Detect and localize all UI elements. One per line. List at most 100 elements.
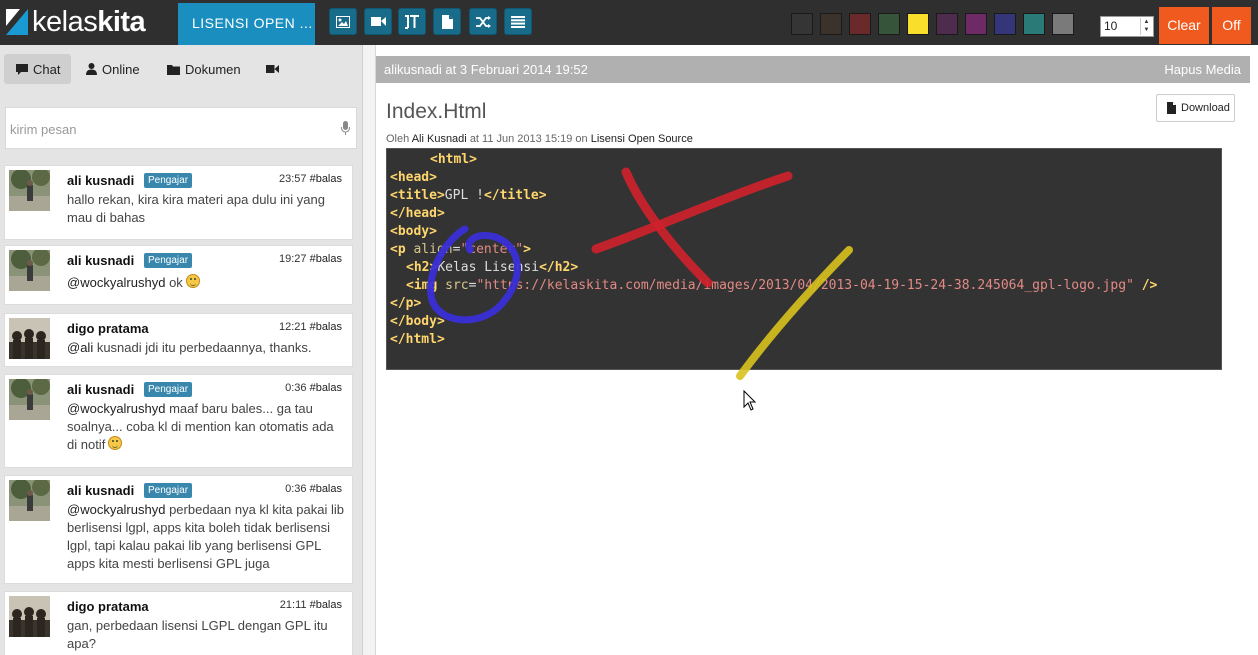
reply-link[interactable]: #balas xyxy=(310,173,342,185)
avatar[interactable] xyxy=(9,170,50,211)
media-header: alikusnadi at 3 Februari 2014 19:52 Hapu… xyxy=(376,56,1250,83)
avatar[interactable] xyxy=(9,596,50,637)
folder-icon xyxy=(167,64,180,75)
panel-splitter[interactable] xyxy=(362,45,376,655)
message-meta: 0:36 #balas xyxy=(285,382,342,394)
tab-dokumen-label: Dokumen xyxy=(185,61,241,77)
file-tool-button[interactable] xyxy=(433,8,461,35)
text-height-icon xyxy=(405,14,419,29)
code-line: <head> xyxy=(390,170,437,185)
text-tool-button[interactable] xyxy=(398,8,426,35)
chat-message: ali kusnadi Pengajar 0:36 #balas @wockya… xyxy=(4,374,353,468)
message-author[interactable]: ali kusnadi xyxy=(67,173,134,188)
image-icon xyxy=(336,15,350,28)
tab-chat-label: Chat xyxy=(33,61,61,77)
message-text: gan, perbedaan lisensi LGPL dengan GPL i… xyxy=(67,617,347,653)
microphone-icon[interactable] xyxy=(341,121,350,135)
message-body: hallo rekan, kira kira materi apa dulu i… xyxy=(67,192,325,225)
code-line: <h2>Kelas Lisensi</h2> xyxy=(406,260,579,275)
off-button[interactable]: Off xyxy=(1212,7,1251,44)
brush-size-stepper[interactable]: 10 ▲ ▼ xyxy=(1100,16,1154,37)
color-swatch[interactable] xyxy=(878,13,900,35)
delete-media-link[interactable]: Hapus Media xyxy=(1164,56,1241,83)
shuffle-tool-button[interactable] xyxy=(469,8,497,35)
message-author[interactable]: digo pratama xyxy=(67,599,149,614)
smiley-icon xyxy=(108,436,123,450)
chat-message: ali kusnadi Pengajar 0:36 #balas @wockya… xyxy=(4,475,353,584)
color-swatch[interactable] xyxy=(907,13,929,35)
message-placeholder: kirim pesan xyxy=(10,122,77,137)
color-swatch[interactable] xyxy=(849,13,871,35)
channel-title-tab[interactable]: LISENSI OPEN ... xyxy=(178,3,315,45)
color-swatch[interactable] xyxy=(1052,13,1074,35)
mention-link[interactable]: @ali xyxy=(67,340,93,355)
chat-message: digo pratama 21:11 #balas gan, perbedaan… xyxy=(4,591,353,655)
message-time: 0:36 xyxy=(285,382,307,394)
color-swatch[interactable] xyxy=(994,13,1016,35)
message-text: @ali kusnadi jdi itu perbedaannya, thank… xyxy=(67,339,347,357)
code-line: </body> xyxy=(390,314,445,329)
reply-link[interactable]: #balas xyxy=(310,483,342,495)
avatar[interactable] xyxy=(9,250,50,291)
message-meta: 12:21 #balas xyxy=(279,321,342,333)
media-author-date: alikusnadi at 3 Februari 2014 19:52 xyxy=(384,62,588,77)
tab-dokumen[interactable]: Dokumen xyxy=(167,54,241,84)
smiley-icon xyxy=(185,274,200,288)
role-badge: Pengajar xyxy=(144,253,193,268)
brush-size-value: 10 xyxy=(1104,19,1118,33)
tab-chat[interactable]: Chat xyxy=(4,54,71,84)
color-swatch[interactable] xyxy=(965,13,987,35)
color-swatch[interactable] xyxy=(820,13,842,35)
document-meta: Oleh Ali Kusnadi at 11 Jun 2013 15:19 on… xyxy=(386,133,693,145)
meta-prefix: Oleh xyxy=(386,133,410,145)
code-viewer: <html> <head> <title>GPL !</title> </hea… xyxy=(386,148,1222,370)
document-title: Index.Html xyxy=(386,100,487,123)
logo-mark-icon xyxy=(6,9,28,35)
shuffle-icon xyxy=(475,15,491,28)
mouse-cursor-icon xyxy=(743,389,757,411)
message-body: ok xyxy=(165,275,183,290)
message-time: 0:36 xyxy=(285,483,307,495)
list-icon xyxy=(511,15,525,28)
top-bar: kelaskita LISENSI OPEN ... 10 ▲ ▼ Clear O… xyxy=(0,0,1258,45)
avatar[interactable] xyxy=(9,318,50,359)
avatar[interactable] xyxy=(9,480,50,521)
tab-video[interactable] xyxy=(266,54,284,84)
image-tool-button[interactable] xyxy=(329,8,357,35)
mention-link[interactable]: @wockyalrushyd xyxy=(67,502,165,517)
message-text: @wockyalrushyd ok xyxy=(67,274,347,292)
video-tool-button[interactable] xyxy=(364,8,392,35)
chat-message: digo pratama 12:21 #balas @ali kusnadi j… xyxy=(4,313,353,367)
reply-link[interactable]: #balas xyxy=(310,321,342,333)
message-author[interactable]: ali kusnadi xyxy=(67,253,134,268)
logo-text: kelaskita xyxy=(32,6,146,38)
clear-button[interactable]: Clear xyxy=(1159,7,1209,44)
mention-link[interactable]: @wockyalrushyd xyxy=(67,275,165,290)
color-swatch[interactable] xyxy=(936,13,958,35)
reply-link[interactable]: #balas xyxy=(310,599,342,611)
user-icon xyxy=(86,63,97,75)
mention-link[interactable]: @wockyalrushyd xyxy=(67,401,165,416)
reply-link[interactable]: #balas xyxy=(310,253,342,265)
download-button[interactable]: Download xyxy=(1156,94,1235,122)
reply-link[interactable]: #balas xyxy=(310,382,342,394)
message-input[interactable]: kirim pesan xyxy=(5,107,357,149)
comment-icon xyxy=(16,63,28,75)
code-line: <html> xyxy=(430,152,477,167)
stepper-arrows-icon[interactable]: ▲ ▼ xyxy=(1140,18,1152,35)
file-icon xyxy=(441,14,453,29)
avatar[interactable] xyxy=(9,379,50,420)
message-meta: 21:11 #balas xyxy=(280,599,342,611)
message-body: kusnadi jdi itu perbedaannya, thanks. xyxy=(93,340,312,355)
color-swatch[interactable] xyxy=(1023,13,1045,35)
message-author[interactable]: ali kusnadi xyxy=(67,483,134,498)
meta-category-link[interactable]: Lisensi Open Source xyxy=(591,133,693,145)
color-swatch[interactable] xyxy=(791,13,813,35)
list-tool-button[interactable] xyxy=(504,8,532,35)
message-text: @wockyalrushyd maaf baru bales... ga tau… xyxy=(67,400,347,454)
kelaskita-logo[interactable]: kelaskita xyxy=(6,6,146,38)
meta-author-link[interactable]: Ali Kusnadi xyxy=(412,133,467,145)
message-author[interactable]: ali kusnadi xyxy=(67,382,134,397)
tab-online[interactable]: Online xyxy=(86,54,140,84)
message-author[interactable]: digo pratama xyxy=(67,321,149,336)
